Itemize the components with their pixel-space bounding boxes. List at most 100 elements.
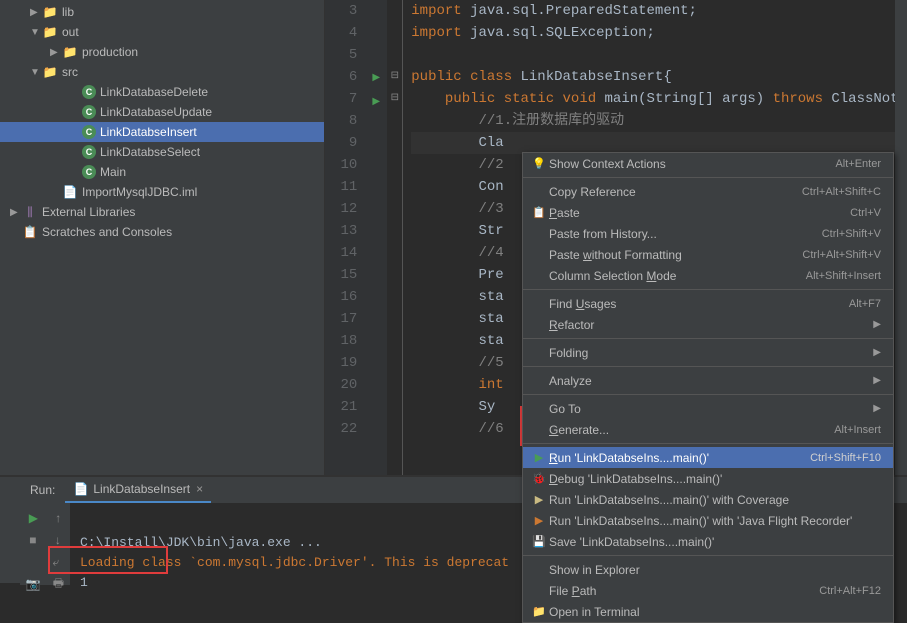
menu-item-label: File Path <box>549 584 819 598</box>
tree-item-label: LinkDatabaseDelete <box>100 85 208 99</box>
tree-item-scratches-and-consoles[interactable]: 📋Scratches and Consoles <box>0 222 324 242</box>
camera-icon[interactable]: 📷 <box>26 577 41 591</box>
menu-item-copy-reference[interactable]: Copy ReferenceCtrl+Alt+Shift+C <box>523 181 893 202</box>
tree-item-label: LinkDatabaseUpdate <box>100 105 212 119</box>
tree-item-importmysqljdbc-iml[interactable]: 📄ImportMysqlJDBC.iml <box>0 182 324 202</box>
menu-shortcut: Ctrl+Alt+Shift+V <box>802 249 881 261</box>
menu-item-open-in-terminal[interactable]: 📁Open in Terminal <box>523 601 893 622</box>
tree-item-external-libraries[interactable]: ▶⫼External Libraries <box>0 202 324 222</box>
menu-separator <box>523 443 893 444</box>
menu-item-icon: ▶ <box>529 451 549 464</box>
menu-item-label: Find Usages <box>549 297 849 311</box>
run-gutter-icon[interactable]: ▶ <box>372 73 380 84</box>
menu-item-refactor[interactable]: Refactor▶ <box>523 314 893 335</box>
tree-item-src[interactable]: ▼📁src <box>0 62 324 82</box>
menu-item-label: Run 'LinkDatabseIns....main()' with Cove… <box>549 493 881 507</box>
menu-item-icon: ▶ <box>529 514 549 527</box>
menu-item-paste[interactable]: 📋PasteCtrl+V <box>523 202 893 223</box>
rerun-icon[interactable]: ▶ <box>29 511 38 525</box>
tree-item-label: LinkDatabseSelect <box>100 145 200 159</box>
run-gutter-icon[interactable]: ▶ <box>372 97 380 108</box>
class-icon: C <box>82 145 96 159</box>
menu-shortcut: Ctrl+Alt+Shift+C <box>802 186 881 198</box>
tree-item-label: out <box>62 25 79 39</box>
menu-shortcut: Alt+Insert <box>834 424 881 436</box>
tree-item-linkdatabseinsert[interactable]: C LinkDatabseInsert <box>0 122 324 142</box>
menu-item-go-to[interactable]: Go To▶ <box>523 398 893 419</box>
menu-item-paste-without-formatting[interactable]: Paste without FormattingCtrl+Alt+Shift+V <box>523 244 893 265</box>
menu-separator <box>523 366 893 367</box>
menu-item-label: Paste <box>549 206 850 220</box>
stop-icon[interactable]: ■ <box>29 533 36 547</box>
down-icon[interactable]: ↓ <box>55 533 61 547</box>
run-toolbar: ▶↑ ■↓ ⤶ 📷🖶 <box>20 503 70 585</box>
structure-tool-stripe[interactable] <box>0 477 20 583</box>
menu-item-find-usages[interactable]: Find UsagesAlt+F7 <box>523 293 893 314</box>
menu-item-file-path[interactable]: File PathCtrl+Alt+F12 <box>523 580 893 601</box>
submenu-arrow-icon: ▶ <box>873 403 881 414</box>
menu-item-folding[interactable]: Folding▶ <box>523 342 893 363</box>
menu-item-paste-from-history---[interactable]: Paste from History...Ctrl+Shift+V <box>523 223 893 244</box>
menu-item-label: Paste from History... <box>549 227 822 241</box>
tree-item-linkdatabasedelete[interactable]: C LinkDatabaseDelete <box>0 82 324 102</box>
wrap-icon[interactable]: ⤶ <box>52 555 59 570</box>
expand-arrow-icon[interactable]: ▶ <box>30 7 42 18</box>
menu-item-label: Paste without Formatting <box>549 248 802 262</box>
class-icon: C <box>82 125 96 139</box>
tree-item-label: LinkDatabseInsert <box>100 125 197 139</box>
tree-item-linkdatabaseupdate[interactable]: C LinkDatabaseUpdate <box>0 102 324 122</box>
menu-item-save--linkdatabseins----m[interactable]: 💾Save 'LinkDatabseIns....main()' <box>523 531 893 552</box>
expand-arrow-icon[interactable]: ▼ <box>30 67 42 78</box>
menu-item-label: Save 'LinkDatabseIns....main()' <box>549 535 881 549</box>
menu-item-run--linkdatabseins----ma[interactable]: ▶Run 'LinkDatabseIns....main()' with 'Ja… <box>523 510 893 531</box>
menu-item-label: Run 'LinkDatabseIns....main()' with 'Jav… <box>549 514 881 528</box>
expand-arrow-icon[interactable]: ▶ <box>50 47 62 58</box>
expand-arrow-icon[interactable]: ▼ <box>30 27 42 38</box>
menu-item-run--linkdatabseins----ma[interactable]: ▶Run 'LinkDatabseIns....main()'Ctrl+Shif… <box>523 447 893 468</box>
menu-item-generate---[interactable]: Generate...Alt+Insert <box>523 419 893 440</box>
menu-separator <box>523 289 893 290</box>
menu-shortcut: Alt+Enter <box>835 158 881 170</box>
run-tab[interactable]: 📄 LinkDatabseInsert × <box>65 477 211 503</box>
tree-item-main[interactable]: CMain <box>0 162 324 182</box>
run-config-icon: 📄 <box>73 481 89 497</box>
menu-item-show-context-actions[interactable]: 💡Show Context ActionsAlt+Enter <box>523 153 893 174</box>
menu-item-column-selection-mode[interactable]: Column Selection ModeAlt+Shift+Insert <box>523 265 893 286</box>
file-icon: 📄 <box>62 184 78 200</box>
menu-item-run--linkdatabseins----ma[interactable]: ▶Run 'LinkDatabseIns....main()' with Cov… <box>523 489 893 510</box>
menu-shortcut: Alt+Shift+Insert <box>806 270 881 282</box>
expand-arrow-icon[interactable]: ▶ <box>10 207 22 218</box>
print-icon[interactable]: 🖶 <box>53 574 64 595</box>
submenu-arrow-icon: ▶ <box>873 319 881 330</box>
menu-item-icon: 📋 <box>529 206 549 219</box>
close-icon[interactable]: × <box>196 482 203 496</box>
menu-separator <box>523 394 893 395</box>
class-icon: C <box>82 85 96 99</box>
tree-item-label: lib <box>62 5 74 19</box>
menu-item-debug--linkdatabseins----[interactable]: 🐞Debug 'LinkDatabseIns....main()' <box>523 468 893 489</box>
context-menu[interactable]: 💡Show Context ActionsAlt+Enter Copy Refer… <box>522 152 894 623</box>
menu-separator <box>523 555 893 556</box>
menu-shortcut: Ctrl+Shift+F10 <box>810 452 881 464</box>
tree-item-label: External Libraries <box>42 205 135 219</box>
help-icon[interactable]: ? <box>899 234 907 250</box>
tree-item-linkdatabseselect[interactable]: C LinkDatabseSelect <box>0 142 324 162</box>
menu-item-label: Analyze <box>549 374 873 388</box>
up-icon[interactable]: ↑ <box>55 511 61 525</box>
tree-item-label: Main <box>100 165 126 179</box>
class-icon: C <box>82 105 96 119</box>
menu-item-label: Copy Reference <box>549 185 802 199</box>
menu-item-show-in-explorer[interactable]: Show in Explorer <box>523 559 893 580</box>
tree-item-label: Scratches and Consoles <box>42 225 172 239</box>
menu-item-label: Generate... <box>549 423 834 437</box>
menu-shortcut: Ctrl+Shift+V <box>822 228 881 240</box>
tree-item-production[interactable]: ▶📁production <box>0 42 324 62</box>
tree-item-out[interactable]: ▼📁 out <box>0 22 324 42</box>
menu-item-label: Show Context Actions <box>549 157 835 171</box>
folder-icon: 📁 <box>42 24 58 40</box>
menu-item-label: Column Selection Mode <box>549 269 806 283</box>
menu-item-analyze[interactable]: Analyze▶ <box>523 370 893 391</box>
menu-separator <box>523 177 893 178</box>
tree-item-lib[interactable]: ▶📁lib <box>0 2 324 22</box>
menu-item-label: Show in Explorer <box>549 563 881 577</box>
